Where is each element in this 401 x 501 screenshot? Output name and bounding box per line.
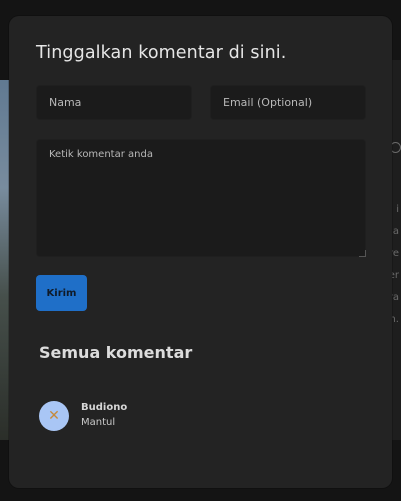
avatar: ✕	[39, 401, 69, 431]
modal-title: Tinggalkan komentar di sini.	[36, 43, 287, 63]
comment-author: Budiono	[81, 402, 128, 413]
comment-text: Mantul	[81, 417, 116, 428]
comment-modal: Tinggalkan komentar di sini. Kirim Semua…	[9, 16, 392, 488]
textarea-resize-handle[interactable]	[359, 250, 366, 257]
email-input[interactable]	[210, 85, 366, 120]
submit-button[interactable]: Kirim	[36, 275, 87, 311]
comment-textarea[interactable]	[36, 139, 366, 257]
close-icon: ✕	[48, 408, 60, 424]
name-input[interactable]	[36, 85, 192, 120]
background-text: i	[396, 204, 399, 215]
comments-section-title: Semua komentar	[39, 343, 193, 362]
comment-item: ✕ Budiono Mantul	[39, 401, 339, 433]
